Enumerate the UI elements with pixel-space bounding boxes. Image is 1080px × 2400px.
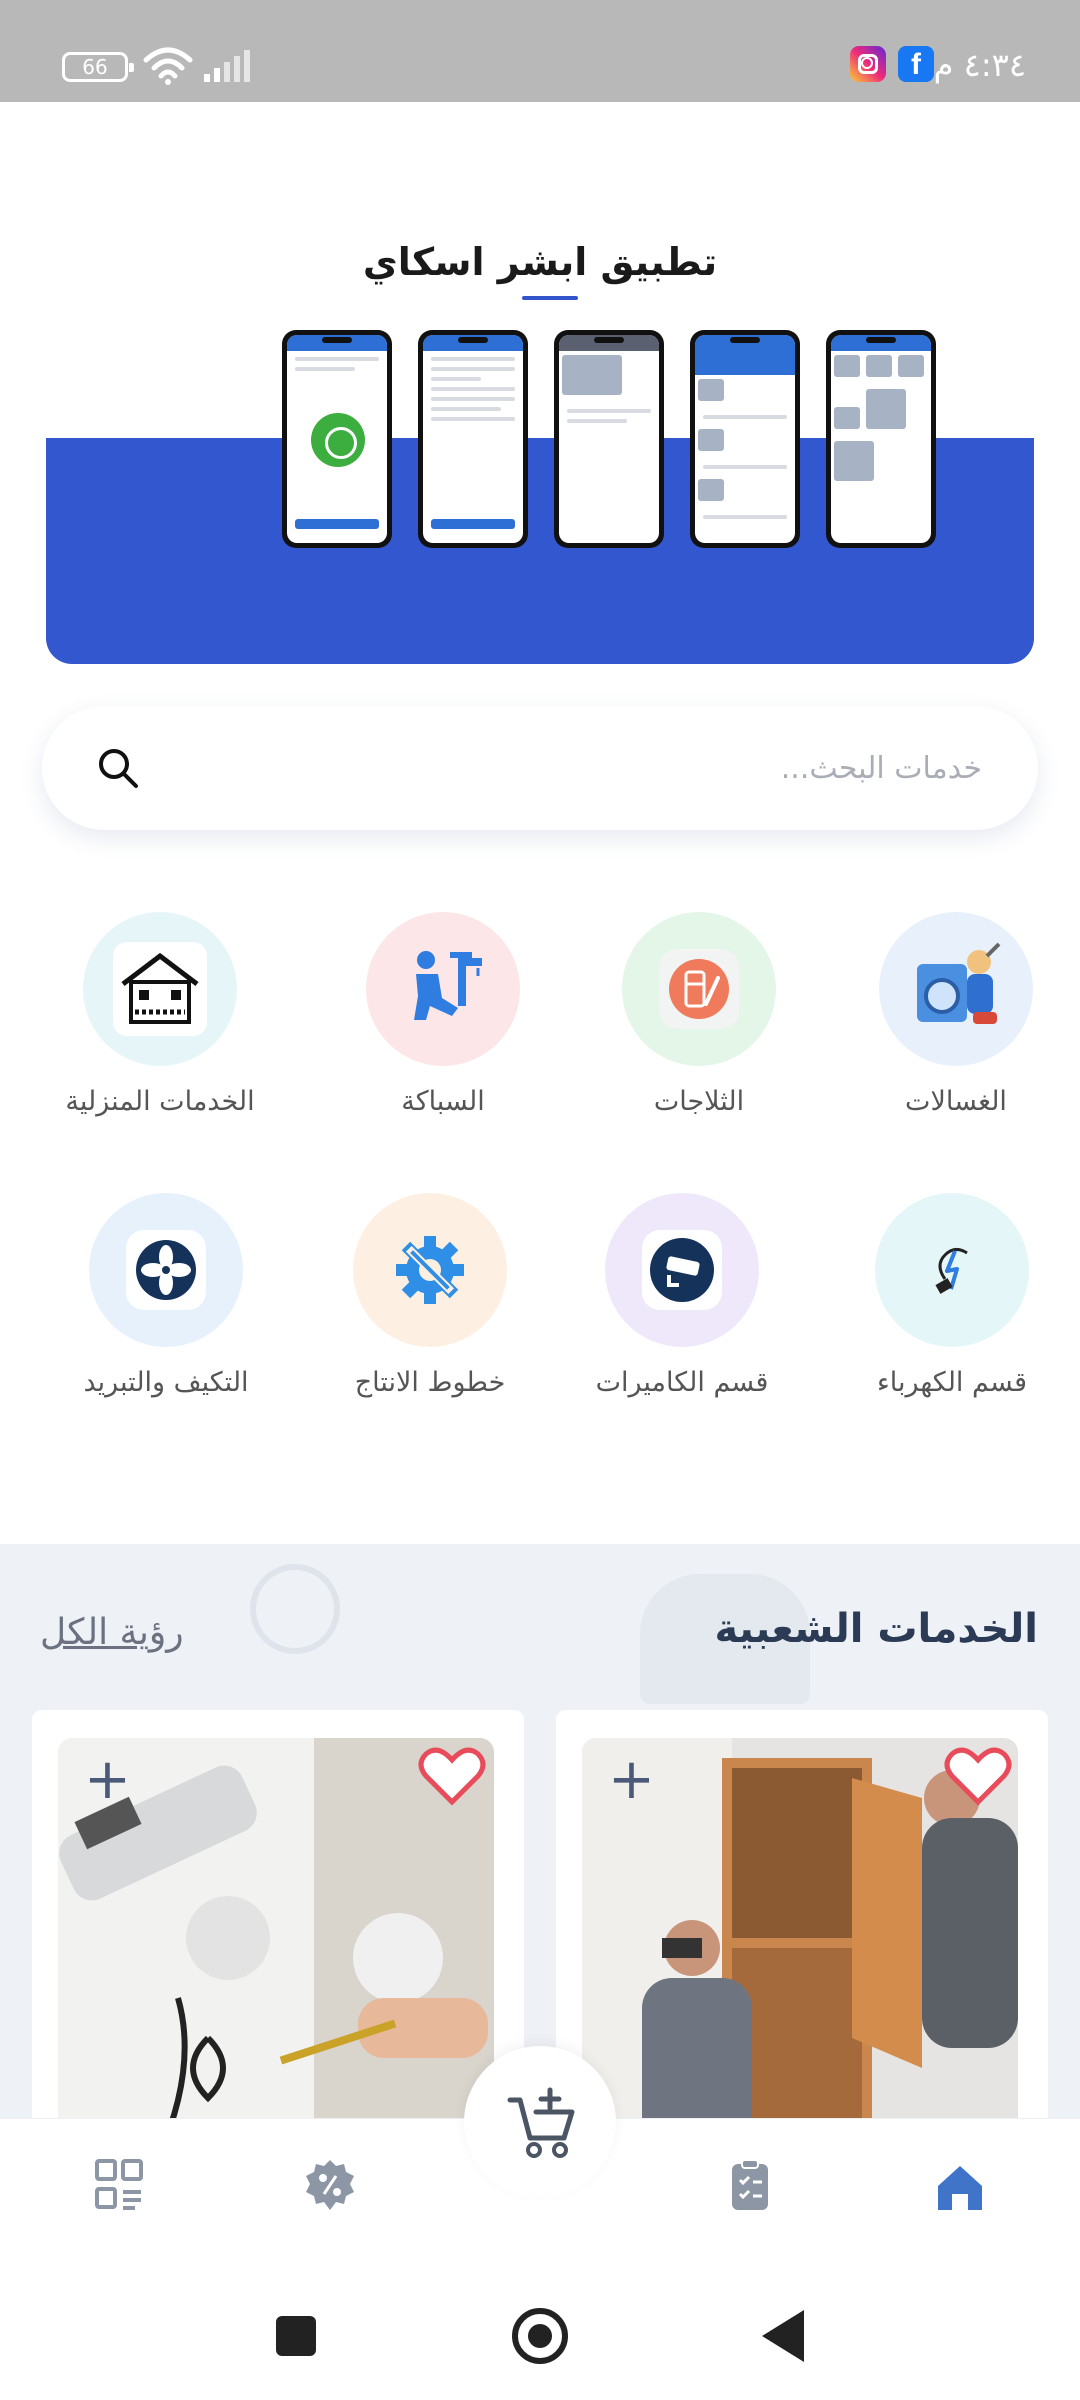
category-label: التكيف والتبريد	[83, 1367, 249, 1398]
app-screenshot-phone	[690, 330, 800, 548]
add-to-cart-plus-icon[interactable]: +	[608, 1752, 655, 1808]
search-input[interactable]	[222, 742, 982, 794]
facebook-icon: f	[898, 46, 934, 82]
category-label: الغسالات	[905, 1086, 1007, 1117]
category-plumbing[interactable]: السباكة	[313, 912, 573, 1117]
category-ac-cooling[interactable]: التكيف والتبريد	[36, 1193, 296, 1398]
plumber-icon	[366, 912, 520, 1066]
app-screenshot-phone	[282, 330, 392, 548]
security-camera-icon	[605, 1193, 759, 1347]
home-services-icon	[83, 912, 237, 1066]
app-screenshot-phone	[826, 330, 936, 548]
category-home-services[interactable]: الخدمات المنزلية	[30, 912, 290, 1117]
categories-grid-icon[interactable]	[94, 2158, 144, 2212]
electric-bulb-icon	[875, 1193, 1029, 1347]
search-icon[interactable]	[94, 744, 142, 792]
back-button[interactable]	[762, 2310, 804, 2362]
home-icon[interactable]	[932, 2160, 988, 2216]
status-bar: 66 f ٤:٣٤ م	[0, 0, 1080, 102]
instagram-icon	[850, 46, 886, 82]
cart-fab-button[interactable]	[464, 2046, 616, 2198]
clock: ٤:٣٤ م	[933, 46, 1026, 84]
cart-add-icon	[507, 2087, 575, 2158]
discount-icon[interactable]	[302, 2158, 358, 2214]
app-screenshot-phone	[554, 330, 664, 548]
section-title: الخدمات الشعبية	[714, 1606, 1039, 1652]
banner-title: تطبيق ابشر اسكاي	[362, 240, 718, 284]
app-screenshot-phone	[418, 330, 528, 548]
category-production-lines[interactable]: خطوط الانتاج	[300, 1193, 560, 1398]
category-cameras[interactable]: قسم الكاميرات	[552, 1193, 812, 1398]
app-screen: 66 f ٤:٣٤ م تطبيق ابشر اسكاي خدمات البحث…	[0, 0, 1080, 2400]
category-electricity[interactable]: قسم الكهرباء	[822, 1193, 1080, 1398]
battery-indicator: 66	[62, 52, 134, 82]
signal-strength-icon	[204, 50, 250, 82]
service-card[interactable]: +	[556, 1710, 1048, 2158]
search-bar[interactable]	[42, 706, 1038, 830]
category-label: قسم الكهرباء	[877, 1367, 1027, 1398]
service-card[interactable]: +	[32, 1710, 524, 2158]
background-clock-decoration	[250, 1564, 340, 1654]
wifi-icon	[143, 47, 193, 85]
favorite-heart-icon[interactable]	[418, 1746, 486, 1806]
add-to-cart-plus-icon[interactable]: +	[84, 1752, 131, 1808]
favorite-heart-icon[interactable]	[944, 1746, 1012, 1806]
success-check-icon	[311, 413, 365, 467]
category-label: الثلاجات	[653, 1086, 745, 1117]
orders-clipboard-icon[interactable]	[726, 2156, 774, 2216]
home-button[interactable]	[512, 2308, 568, 2364]
washing-machine-technician-icon	[879, 912, 1033, 1066]
category-label: خطوط الانتاج	[354, 1367, 506, 1398]
see-all-link[interactable]: رؤية الكل	[40, 1612, 184, 1653]
title-underline	[522, 296, 578, 300]
fan-icon	[89, 1193, 243, 1347]
category-label: قسم الكاميرات	[595, 1367, 769, 1398]
fridge-repair-icon	[622, 912, 776, 1066]
recent-apps-button[interactable]	[276, 2316, 316, 2356]
category-label: الخدمات المنزلية	[65, 1086, 255, 1117]
category-washing-machines[interactable]: الغسالات	[826, 912, 1080, 1117]
category-label: السباكة	[401, 1086, 485, 1117]
gear-wrench-icon	[353, 1193, 507, 1347]
category-fridges[interactable]: الثلاجات	[569, 912, 829, 1117]
